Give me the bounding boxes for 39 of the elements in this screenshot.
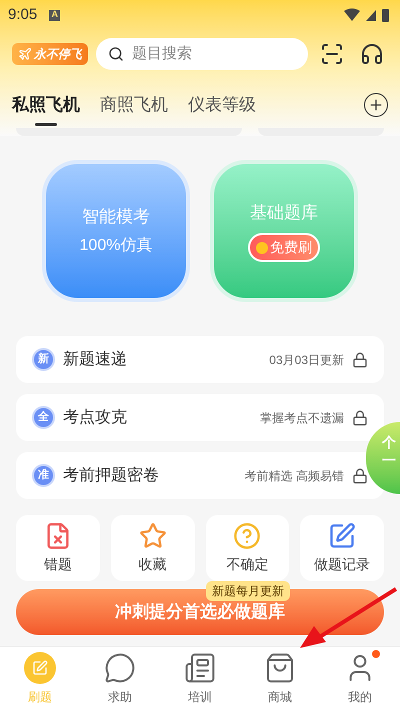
row-title: 考点攻克 [63, 408, 127, 428]
nav-tab[interactable]: 求助 [104, 652, 136, 706]
promo-badge: 新题每月更新 [206, 581, 290, 601]
row-badge-icon: 全 [32, 406, 55, 429]
nav-tab[interactable]: 商城 [264, 652, 296, 706]
star-icon [138, 522, 167, 550]
add-button[interactable] [364, 93, 388, 117]
chat-icon [104, 652, 136, 684]
search-field[interactable]: 题目搜索 [96, 38, 308, 70]
plus-icon [368, 97, 384, 113]
edit-icon [328, 522, 356, 550]
signal-icon [344, 8, 392, 22]
tool-tile[interactable]: 不确定 [206, 515, 290, 581]
bag-icon [264, 652, 296, 684]
status-time: 9:05 [8, 4, 38, 25]
tool-tile[interactable]: 做题记录 [300, 515, 384, 581]
nav-tab[interactable]: 我的 [344, 652, 376, 706]
list-row[interactable]: 新 新题速递 03月03日更新 [16, 336, 384, 383]
notification-icon: A [49, 10, 60, 20]
row-note: 掌握考点不遗漏 [260, 410, 344, 426]
row-note: 考前精选 高频易错 [244, 468, 344, 484]
nav-tab[interactable]: 培训 [184, 652, 216, 706]
row-title: 考前押题密卷 [63, 466, 159, 486]
tool-tile[interactable]: 错题 [16, 515, 100, 581]
brand-logo: 永不停飞 [12, 43, 88, 65]
free-badge: 免费刷 [248, 233, 320, 262]
row-badge-icon: 新 [32, 348, 55, 371]
row-title: 新题速递 [63, 350, 127, 370]
tool-tile[interactable]: 收藏 [110, 515, 194, 581]
row-note: 03月03日更新 [269, 352, 344, 368]
search-icon [108, 46, 124, 62]
question-icon [233, 522, 262, 550]
document-icon [184, 652, 216, 684]
pen-icon [24, 652, 56, 684]
category-tab[interactable]: 商照飞机 [100, 88, 168, 122]
category-tab[interactable]: 仪表等级 [188, 88, 256, 122]
search-input[interactable]: 题目搜索 [132, 42, 296, 66]
list-row[interactable]: 全 考点攻克 掌握考点不遗漏 [16, 394, 384, 441]
row-badge-icon: 准 [32, 464, 55, 487]
